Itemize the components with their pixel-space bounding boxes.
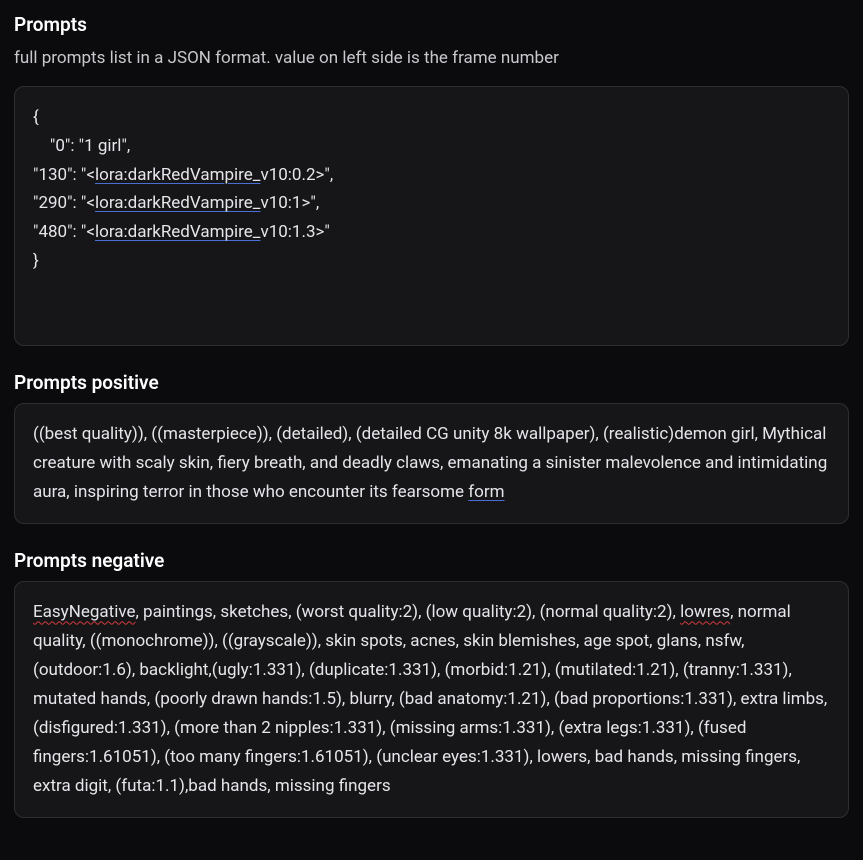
prompts-json-line: v10:1>", xyxy=(260,193,319,213)
prompts-section: Prompts full prompts list in a JSON form… xyxy=(14,10,849,346)
prompts-json-line: v10:0.2>", xyxy=(260,165,333,185)
prompts-json-line: v10:1.3>" xyxy=(260,222,329,242)
prompts-json-line: } xyxy=(33,251,39,271)
positive-text: ((best quality)), ((masterpiece)), (deta… xyxy=(33,424,831,502)
negative-text: , paintings, sketches, (worst quality:2)… xyxy=(136,602,681,622)
positive-text-underlined: form xyxy=(468,482,504,502)
prompts-json-line: { xyxy=(33,107,39,127)
prompts-input[interactable]: { "0": "1 girl", "130": "<lora:darkRedVa… xyxy=(14,86,849,346)
prompts-json-underlined: lora:darkRedVampire_ xyxy=(95,193,260,213)
prompts-positive-section: Prompts positive ((best quality)), ((mas… xyxy=(14,368,849,524)
prompts-json-line: "0": "1 girl", xyxy=(33,136,130,156)
prompts-json-line: "130": "< xyxy=(33,165,95,185)
prompts-json-line: "290": "< xyxy=(33,193,95,213)
prompts-positive-title: Prompts positive xyxy=(14,368,849,397)
prompts-json-underlined: lora:darkRedVampire_ xyxy=(95,222,260,242)
prompts-desc: full prompts list in a JSON format. valu… xyxy=(14,45,849,71)
prompts-title: Prompts xyxy=(14,10,849,39)
negative-text-underlined: EasyNegative xyxy=(33,602,136,622)
negative-text-underlined: lowres xyxy=(680,602,730,622)
prompts-positive-input[interactable]: ((best quality)), ((masterpiece)), (deta… xyxy=(14,403,849,524)
prompts-negative-title: Prompts negative xyxy=(14,546,849,575)
prompts-json-line: "480": "< xyxy=(33,222,95,242)
negative-text: , normal quality, ((monochrome)), ((gray… xyxy=(33,602,832,795)
prompts-negative-section: Prompts negative EasyNegative, paintings… xyxy=(14,546,849,818)
prompts-negative-input[interactable]: EasyNegative, paintings, sketches, (wors… xyxy=(14,581,849,817)
prompts-json-underlined: lora:darkRedVampire_ xyxy=(95,165,260,185)
